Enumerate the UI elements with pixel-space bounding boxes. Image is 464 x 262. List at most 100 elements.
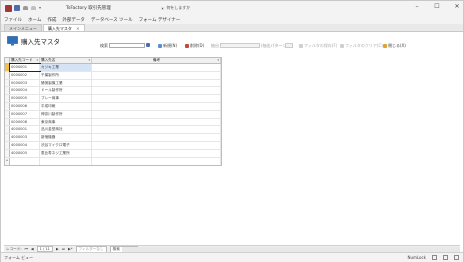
new-label: 新規(N)	[163, 43, 178, 48]
ribbon-tab-external-data[interactable]: 外部データ	[62, 17, 85, 23]
clear-filter-icon	[340, 44, 344, 48]
cell-code[interactable]: 0000005	[10, 95, 40, 102]
layout-view-icon[interactable]	[443, 255, 448, 260]
cell-name[interactable]: ブレー商事	[40, 95, 92, 102]
filter-dropdown[interactable]	[220, 43, 260, 48]
table-row[interactable]: 0000006 平成印刷	[5, 102, 221, 111]
table-row[interactable]: 0000008 東京商事	[5, 118, 221, 127]
cell-code[interactable]: 0000001	[9, 63, 41, 72]
form-view-icon[interactable]	[432, 255, 437, 260]
cell-note[interactable]	[92, 110, 221, 118]
cell-note[interactable]	[92, 134, 221, 141]
ribbon-tab-file[interactable]: ファイル	[4, 17, 22, 23]
close-icon[interactable]: ✕	[453, 3, 461, 11]
ribbon-tab-home[interactable]: ホーム	[28, 17, 41, 23]
sort-arrow-icon[interactable]: ▾	[88, 58, 90, 63]
design-view-icon[interactable]	[454, 255, 459, 260]
save-filter-button[interactable]: フィルタの保存(F)	[299, 43, 337, 49]
cell-code[interactable]: 4000003	[10, 134, 40, 141]
arrow-right-icon	[146, 43, 150, 47]
delete-label: 削除(D)	[190, 43, 205, 48]
column-header-code[interactable]: 購入先コード ▾	[10, 58, 40, 63]
column-header-name[interactable]: 購入先名 ▾	[40, 58, 92, 63]
cell-note[interactable]	[92, 149, 221, 157]
minimize-icon[interactable]: –	[413, 3, 421, 11]
cell-note[interactable]	[92, 118, 221, 126]
next-record-icon[interactable]: ▶	[56, 247, 59, 251]
ribbon-tab-create[interactable]: 作成	[47, 17, 56, 23]
doc-tab-main-menu[interactable]: メインメニュー	[4, 24, 42, 31]
cell-code[interactable]: 0000007	[10, 110, 40, 118]
cell-code[interactable]	[10, 157, 40, 166]
ribbon-tab-database-tools[interactable]: データベース ツール	[91, 17, 133, 23]
cell-code[interactable]: 4000001	[10, 126, 40, 134]
cell-name[interactable]: カジキ工業	[40, 64, 92, 71]
cell-name[interactable]: ドール製作所	[40, 87, 92, 95]
cell-code[interactable]: 4000005	[10, 149, 40, 157]
cell-note[interactable]	[92, 102, 221, 110]
table-row[interactable]: 0000001 カジキ工業	[5, 63, 221, 72]
new-record-icon[interactable]: ▶*	[68, 247, 73, 251]
cell-code[interactable]: 0000002	[10, 71, 40, 79]
cell-note[interactable]	[92, 79, 221, 87]
search-input[interactable]	[109, 43, 145, 48]
table-row[interactable]: 0000003 猪俣製機工業	[5, 79, 221, 88]
table-row[interactable]: 4000001 品川金型商社	[5, 126, 221, 135]
cell-name[interactable]: 猪俣製機工業	[40, 79, 92, 87]
cell-note[interactable]	[92, 71, 221, 79]
filter-pattern-label: (抽出パターン)	[261, 43, 288, 48]
cell-note[interactable]	[92, 64, 221, 71]
cell-name[interactable]: 神奈川製作所	[40, 110, 92, 118]
save-icon[interactable]	[14, 5, 20, 11]
close-form-label: 閉じる(X)	[388, 43, 406, 48]
clear-filter-button[interactable]: フィルタのクリア(C)	[340, 43, 383, 49]
first-record-icon[interactable]: ⏮	[25, 247, 28, 251]
search-button[interactable]	[146, 43, 150, 47]
cell-name[interactable]: 渋谷マイクロ電子	[40, 141, 92, 149]
status-bar: フォーム ビュー NumLock	[1, 252, 463, 262]
table-row[interactable]: 0000002 千葉製作所	[5, 71, 221, 80]
column-header-note[interactable]: 備考 ▾	[92, 58, 221, 63]
cell-code[interactable]: 0000006	[10, 102, 40, 110]
table-row[interactable]: 4000003 新宿機器	[5, 134, 221, 142]
prev-record-icon[interactable]: ◀	[31, 247, 34, 251]
new-record-row[interactable]: *	[5, 157, 221, 166]
cell-name[interactable]: 千葉製作所	[40, 71, 92, 79]
new-button[interactable]: 新規(N)	[158, 43, 177, 49]
cell-name[interactable]: 恵比寿ネジ工業所	[40, 149, 92, 157]
cell-name[interactable]: 平成印刷	[40, 102, 92, 110]
close-tab-icon[interactable]: ✕	[76, 26, 79, 31]
sort-arrow-icon[interactable]: ▾	[36, 58, 38, 63]
tell-me-search[interactable]: ☀ 何をしますか	[161, 5, 191, 11]
table-row[interactable]: 0000005 ブレー商事	[5, 95, 221, 103]
undo-icon[interactable]	[23, 6, 28, 10]
table-row[interactable]: 4000004 渋谷マイクロ電子	[5, 141, 221, 150]
table-row[interactable]: 4000005 恵比寿ネジ工業所	[5, 149, 221, 158]
filter-pattern-field[interactable]	[285, 43, 293, 48]
cell-name[interactable]: 品川金型商社	[40, 126, 92, 134]
table-row[interactable]: 0000007 神奈川製作所	[5, 110, 221, 119]
cell-code[interactable]: 0000003	[10, 79, 40, 87]
delete-button[interactable]: 削除(D)	[185, 43, 204, 49]
cell-name[interactable]: 新宿機器	[40, 134, 92, 141]
cell-name[interactable]: 東京商事	[40, 118, 92, 126]
doc-tab-supplier-master[interactable]: 購入先マスタ ✕	[42, 24, 85, 31]
cell-name[interactable]	[40, 157, 92, 166]
cell-code[interactable]: 0000004	[10, 87, 40, 95]
cell-note[interactable]	[92, 141, 221, 149]
customize-quick-access-icon[interactable]: ▾	[39, 5, 43, 11]
ribbon-tab-form-designer[interactable]: フォーム デザイナー	[139, 17, 181, 23]
cell-note[interactable]	[92, 95, 221, 102]
cell-code[interactable]: 0000008	[10, 118, 40, 126]
sort-arrow-icon[interactable]: ▾	[217, 58, 219, 63]
cell-note[interactable]	[92, 126, 221, 134]
maximize-icon[interactable]: ☐	[433, 3, 441, 11]
last-record-icon[interactable]: ⏭	[62, 247, 65, 251]
cell-note[interactable]	[92, 87, 221, 95]
cell-code[interactable]: 4000004	[10, 141, 40, 149]
close-form-button[interactable]: 閉じる(X)	[383, 43, 406, 49]
table-row[interactable]: 0000004 ドール製作所	[5, 87, 221, 96]
new-record-icon	[158, 44, 162, 48]
cell-note[interactable]	[92, 157, 221, 166]
redo-icon[interactable]	[31, 6, 36, 10]
